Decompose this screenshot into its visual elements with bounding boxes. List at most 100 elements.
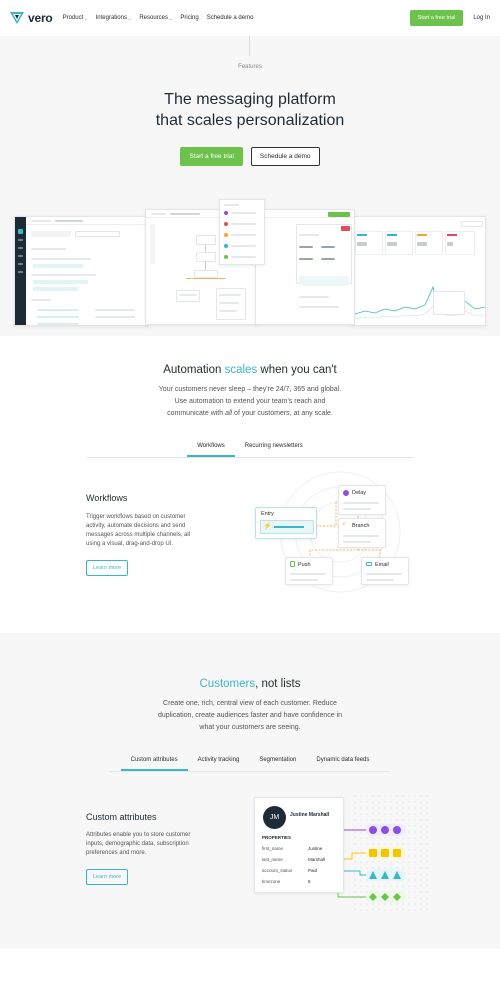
square-icon: [369, 849, 377, 857]
customers-title-accent: Customers: [199, 678, 256, 690]
hero-title: The messaging platform that scales perso…: [0, 89, 500, 131]
property-key: first_name: [262, 846, 284, 851]
nav-item-label: Resources: [139, 15, 169, 21]
property-value: 8: [308, 879, 311, 884]
attribute-chip-teal: [366, 869, 406, 881]
email-icon: [366, 562, 372, 566]
nav-item-label: Integrations: [95, 15, 127, 21]
attribute-chip-yellow: [366, 847, 406, 859]
lightning-icon: ⚡: [263, 523, 272, 530]
vero-logo-icon: [10, 12, 24, 24]
automation-body: Your customers never sleep – they're 24/…: [0, 384, 500, 420]
logo-text: vero: [28, 11, 53, 25]
property-value: Marshall: [308, 857, 326, 862]
workflow-entry-node[interactable]: Entry ⚡: [255, 507, 317, 539]
workflows-learn-more-button[interactable]: Learn more: [86, 560, 129, 576]
automation-tabs: Workflows Recurring newsletters: [86, 439, 414, 458]
nav-item-product[interactable]: Product ⌄: [63, 15, 88, 21]
logo[interactable]: vero: [10, 11, 53, 25]
custom-attributes-title: Custom attributes: [86, 812, 157, 822]
nav-item-integrations[interactable]: Integrations ⌄: [96, 15, 132, 21]
circle-icon: [393, 826, 401, 834]
tab-segmentation[interactable]: Segmentation: [249, 753, 306, 771]
automation-body-line: Your customers never sleep – they're 24/…: [158, 386, 342, 393]
tab-dynamic-data-feeds[interactable]: Dynamic data feeds: [306, 753, 379, 771]
property-value: Justine: [308, 846, 323, 851]
diamond-icon: [369, 893, 401, 901]
attribute-chip-purple: [366, 824, 406, 836]
property-key: timezone: [262, 879, 281, 884]
hero-schedule-demo-button[interactable]: Schedule a demo: [250, 147, 320, 166]
tab-workflows[interactable]: Workflows: [187, 439, 235, 457]
circle-icon: [369, 826, 377, 834]
login-link[interactable]: Log In: [473, 15, 490, 21]
automation-title-text: Automation: [163, 364, 225, 376]
customer-profile-card: JM Justine Marshall PROPERTIES first_nam…: [254, 797, 344, 893]
profile-name: Justine Marshall: [290, 812, 330, 818]
tab-custom-attributes[interactable]: Custom attributes: [120, 753, 188, 771]
custom-attributes-description: Attributes enable you to store customer …: [86, 832, 191, 856]
square-icon: [381, 849, 389, 857]
email-label: Email: [375, 562, 389, 568]
customers-title-text: , not lists: [255, 678, 301, 690]
tab-recurring-newsletters[interactable]: Recurring newsletters: [235, 439, 313, 457]
customers-body-line: Create one, rich, central view of each c…: [163, 700, 337, 707]
app-screenshot-customers: [14, 216, 149, 326]
automation-title-accent: scales: [224, 364, 258, 376]
nav-item-pricing[interactable]: Pricing: [180, 15, 198, 21]
circle-icon: [381, 826, 389, 834]
avatar: JM: [263, 806, 286, 829]
properties-heading: PROPERTIES: [262, 835, 292, 840]
branch-label: Branch: [352, 523, 370, 529]
top-navigation: vero Product ⌄ Integrations ⌄ Resources …: [0, 0, 500, 36]
triangle-icon: [369, 871, 401, 879]
chevron-down-icon: ⌄: [169, 15, 173, 21]
customers-body-line: what your customers are seeing.: [199, 724, 301, 731]
nav-item-label: Schedule a demo: [206, 15, 254, 21]
nav-item-schedule-demo[interactable]: Schedule a demo: [207, 15, 254, 21]
tab-activity-tracking[interactable]: Activity tracking: [188, 753, 250, 771]
workflow-push-node[interactable]: Push: [285, 557, 333, 585]
customers-tabs: Custom attributes Activity tracking Segm…: [110, 753, 390, 772]
attribute-chip-green: [366, 891, 406, 903]
nav-actions: Start a free trial Log In: [409, 10, 490, 26]
chevron-down-icon: ⌄: [127, 15, 132, 21]
hero-start-trial-button[interactable]: Start a free trial: [180, 147, 243, 166]
app-screenshot-menu: [219, 199, 265, 265]
workflow-email-node[interactable]: Email: [361, 557, 409, 585]
chevron-down-icon: ⌄: [84, 15, 88, 21]
automation-body-line: communicate with all of your customers, …: [167, 410, 333, 417]
customers-body-line: duplication, create audiences faster and…: [157, 712, 343, 719]
push-icon: [290, 561, 295, 567]
hero-buttons: Start a free trial Schedule a demo: [0, 147, 500, 166]
hero-divider: [249, 36, 250, 56]
property-key: last_name: [262, 857, 283, 862]
automation-title-text: when you can't: [257, 364, 337, 376]
automation-title: Automation scales when you can't: [0, 364, 500, 376]
workflow-delay-node[interactable]: Delay: [338, 485, 386, 515]
square-icon: [393, 849, 401, 857]
push-label: Push: [298, 562, 311, 568]
entry-label: Entry: [261, 511, 274, 517]
nav-item-label: Pricing: [180, 15, 199, 21]
delay-label: Delay: [352, 490, 367, 496]
nav-item-resources[interactable]: Resources ⌄: [139, 15, 172, 21]
customers-title: Customers, not lists: [0, 678, 500, 690]
nav-item-label: Product: [62, 15, 84, 21]
property-key: account_status: [262, 868, 293, 873]
custom-attributes-learn-more-button[interactable]: Learn more: [86, 869, 129, 885]
workflow-branch-node[interactable]: ⑂ Branch: [338, 518, 386, 548]
hero-title-line: that scales personalization: [155, 112, 345, 129]
app-screenshot-analytics: [352, 216, 486, 326]
analytics-line-chart: [355, 285, 485, 320]
nav-links: Product ⌄ Integrations ⌄ Resources ⌄ Pri…: [63, 15, 254, 21]
hero-title-line: The messaging platform: [164, 91, 336, 108]
hero-eyebrow: Features: [238, 64, 262, 70]
app-screenshot-details: [255, 209, 355, 325]
customers-body: Create one, rich, central view of each c…: [0, 698, 500, 734]
branch-icon: ⑂: [342, 522, 346, 528]
start-trial-button[interactable]: Start a free trial: [409, 10, 464, 26]
workflows-title: Workflows: [86, 493, 128, 503]
automation-body-line: Use automation to extend your team's rea…: [174, 398, 326, 405]
property-value: Paid: [308, 868, 318, 873]
